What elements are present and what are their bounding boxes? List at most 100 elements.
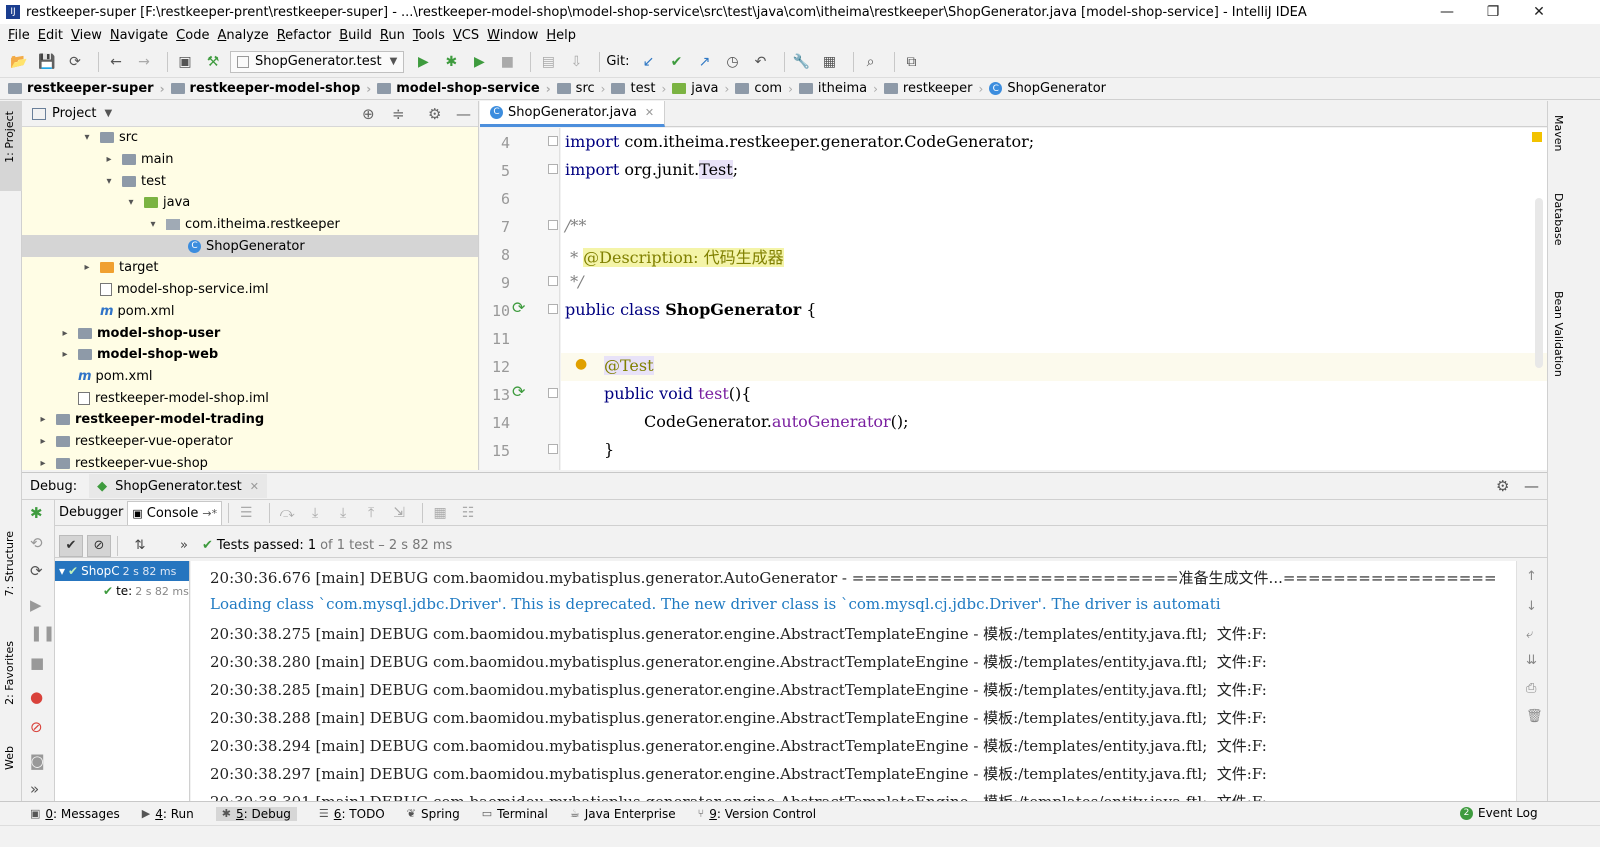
clear-all-icon[interactable]: 🗑 [1526, 709, 1543, 724]
tree-item[interactable]: ▸ model-shop-web [22, 344, 478, 366]
event-log-button[interactable]: 2 Event Log [1460, 806, 1538, 820]
run-test-gutter-icon[interactable]: ⟳ [512, 298, 525, 317]
bean-validation-tool-button[interactable]: Bean Validation [1552, 291, 1565, 377]
chevron-down-icon[interactable]: ▾ [146, 219, 160, 230]
menu-item-help[interactable]: Help [546, 28, 576, 43]
run-icon[interactable]: ▶ [412, 51, 434, 73]
update-project-icon[interactable]: ▤ [537, 51, 559, 73]
collapse-all-icon[interactable]: ≑ [392, 105, 405, 123]
chevron-right-icon[interactable]: ▸ [80, 262, 94, 273]
breadcrumb-item[interactable]: java › [672, 81, 729, 96]
trace-icon[interactable]: ☷ [457, 502, 479, 524]
chevron-right-icon[interactable]: ▸ [36, 458, 50, 469]
menu-item-navigate[interactable]: Navigate [110, 28, 168, 43]
editor-scrollbar[interactable] [1535, 198, 1543, 368]
menu-item-window[interactable]: Window [487, 28, 538, 43]
stop-icon[interactable]: ■ [30, 654, 44, 672]
tool-window-button-spring[interactable]: ❦ Spring [407, 807, 460, 821]
resume-icon[interactable]: ▶ [30, 596, 42, 614]
run-configuration-select[interactable]: ShopGenerator.test ▼ [230, 50, 405, 73]
fold-marker-icon[interactable] [548, 164, 558, 174]
test-tree-item[interactable]: ▾ ✔ ShopC 2 s 82 ms [55, 561, 189, 581]
locate-file-icon[interactable]: ⊕ [362, 105, 375, 123]
tree-item[interactable]: ▸ restkeeper-vue-operator [22, 431, 478, 453]
menu-item-analyze[interactable]: Analyze [217, 28, 268, 43]
chevron-right-icon[interactable]: ▸ [36, 414, 50, 425]
project-structure-icon[interactable]: ▣ [174, 51, 196, 73]
chevron-right-icon[interactable]: ▸ [58, 349, 72, 360]
menu-item-file[interactable]: File [8, 28, 30, 43]
chevron-right-icon[interactable]: ▸ [58, 328, 72, 339]
tab-debugger[interactable]: Debugger [55, 501, 127, 525]
fold-marker-icon[interactable] [548, 444, 558, 454]
wrench-icon[interactable]: 🔧 [791, 51, 813, 73]
maximize-button[interactable]: ❐ [1470, 0, 1516, 24]
tree-item[interactable]: m pom.xml [22, 301, 478, 323]
structure-tool-button[interactable]: 7: Structure [3, 531, 16, 596]
close-tab-icon[interactable]: ✕ [645, 106, 654, 119]
breadcrumb-item[interactable]: test › [611, 81, 666, 96]
test-tree-item[interactable]: ✔ te: 2 s 82 ms [55, 581, 189, 601]
fold-marker-icon[interactable] [548, 136, 558, 146]
stop-icon[interactable]: ■ [496, 51, 518, 73]
tree-item[interactable]: ▸ restkeeper-vue-shop [22, 452, 478, 470]
git-update-icon[interactable]: ↙ [638, 51, 660, 73]
more-icon[interactable]: » [172, 535, 196, 557]
scroll-down-icon[interactable]: ↓ [1526, 599, 1537, 614]
project-tool-button[interactable]: 1: Project [3, 111, 16, 163]
breadcrumb-item[interactable]: itheima › [798, 81, 878, 96]
chevron-right-icon[interactable]: ▸ [102, 154, 116, 165]
warning-stripe-icon[interactable] [1532, 132, 1542, 142]
breadcrumb-item[interactable]: com › [735, 81, 793, 96]
menu-item-build[interactable]: Build [339, 28, 372, 43]
menu-item-view[interactable]: View [71, 28, 102, 43]
tool-window-button-debug[interactable]: ✱ 5: Debug [215, 806, 297, 821]
chevron-down-icon[interactable]: ▾ [124, 197, 138, 208]
evaluate-expression-icon[interactable]: ▦ [429, 502, 451, 524]
debug-icon[interactable]: ✱ [440, 51, 462, 73]
menu-item-refactor[interactable]: Refactor [277, 28, 332, 43]
gear-icon[interactable]: ⚙ [1496, 477, 1509, 495]
commit-icon[interactable]: ⇩ [565, 51, 587, 73]
show-ignored-icon[interactable]: ⊘ [87, 534, 111, 557]
chevron-down-icon[interactable]: ▾ [59, 564, 65, 578]
pause-icon[interactable]: ❚❚ [30, 624, 55, 642]
rerun-failed-icon[interactable]: ⟲ [30, 534, 43, 552]
sort-alphabetically-icon[interactable]: ⇅ [128, 535, 152, 557]
favorites-tool-button[interactable]: 2: Favorites [3, 641, 16, 705]
tool-window-button-terminal[interactable]: ▭ Terminal [482, 807, 548, 821]
tree-item[interactable]: C ShopGenerator [22, 235, 478, 258]
tree-item[interactable]: ▸ model-shop-user [22, 322, 478, 344]
menu-item-tools[interactable]: Tools [413, 28, 445, 43]
tree-item[interactable]: ▾ java [22, 192, 478, 214]
breadcrumb-item[interactable]: C ShopGenerator [989, 81, 1106, 96]
web-tool-button[interactable]: Web [3, 746, 16, 770]
view-breakpoints-icon[interactable]: ● [30, 688, 43, 706]
git-commit-icon[interactable]: ✔ [666, 51, 688, 73]
search-icon[interactable]: ⌕ [860, 51, 882, 73]
maven-tool-button[interactable]: Maven [1552, 115, 1565, 151]
presentation-icon[interactable]: ⧉ [901, 51, 923, 73]
breadcrumb-item[interactable]: model-shop-service › [377, 81, 551, 96]
step-over-icon[interactable]: ⤼ [276, 502, 298, 524]
tree-item[interactable]: model-shop-service.iml [22, 279, 478, 301]
build-hammer-icon[interactable]: ⚒ [202, 51, 224, 73]
menu-item-edit[interactable]: Edit [38, 28, 63, 43]
fold-marker-icon[interactable] [548, 304, 558, 314]
tree-item[interactable]: ▸ main [22, 149, 478, 171]
menu-item-code[interactable]: Code [176, 28, 209, 43]
editor-tab-shopgenerator[interactable]: C ShopGenerator.java ✕ [480, 100, 666, 127]
tree-item[interactable]: restkeeper-model-shop.iml [22, 387, 478, 409]
soft-wrap-icon[interactable]: ⤶ [1526, 627, 1533, 642]
chevron-right-icon[interactable]: ▸ [36, 436, 50, 447]
step-into-icon[interactable]: ⤓ [304, 502, 326, 524]
lightbulb-icon[interactable]: ● [575, 356, 587, 372]
code-editor[interactable]: import com.itheima.restkeeper.generator.… [561, 128, 1547, 470]
toggle-auto-test-icon[interactable]: ⟳ [30, 562, 43, 580]
console-output[interactable]: 20:30:36.676 [main] DEBUG com.baomidou.m… [191, 561, 1516, 801]
chevron-down-icon[interactable]: ▼ [104, 108, 112, 119]
forward-icon[interactable]: → [133, 51, 155, 73]
menu-item-vcs[interactable]: VCS [453, 28, 479, 43]
breadcrumb-item[interactable]: src › [556, 81, 605, 96]
tab-console[interactable]: ▣ Console →* [127, 500, 223, 525]
